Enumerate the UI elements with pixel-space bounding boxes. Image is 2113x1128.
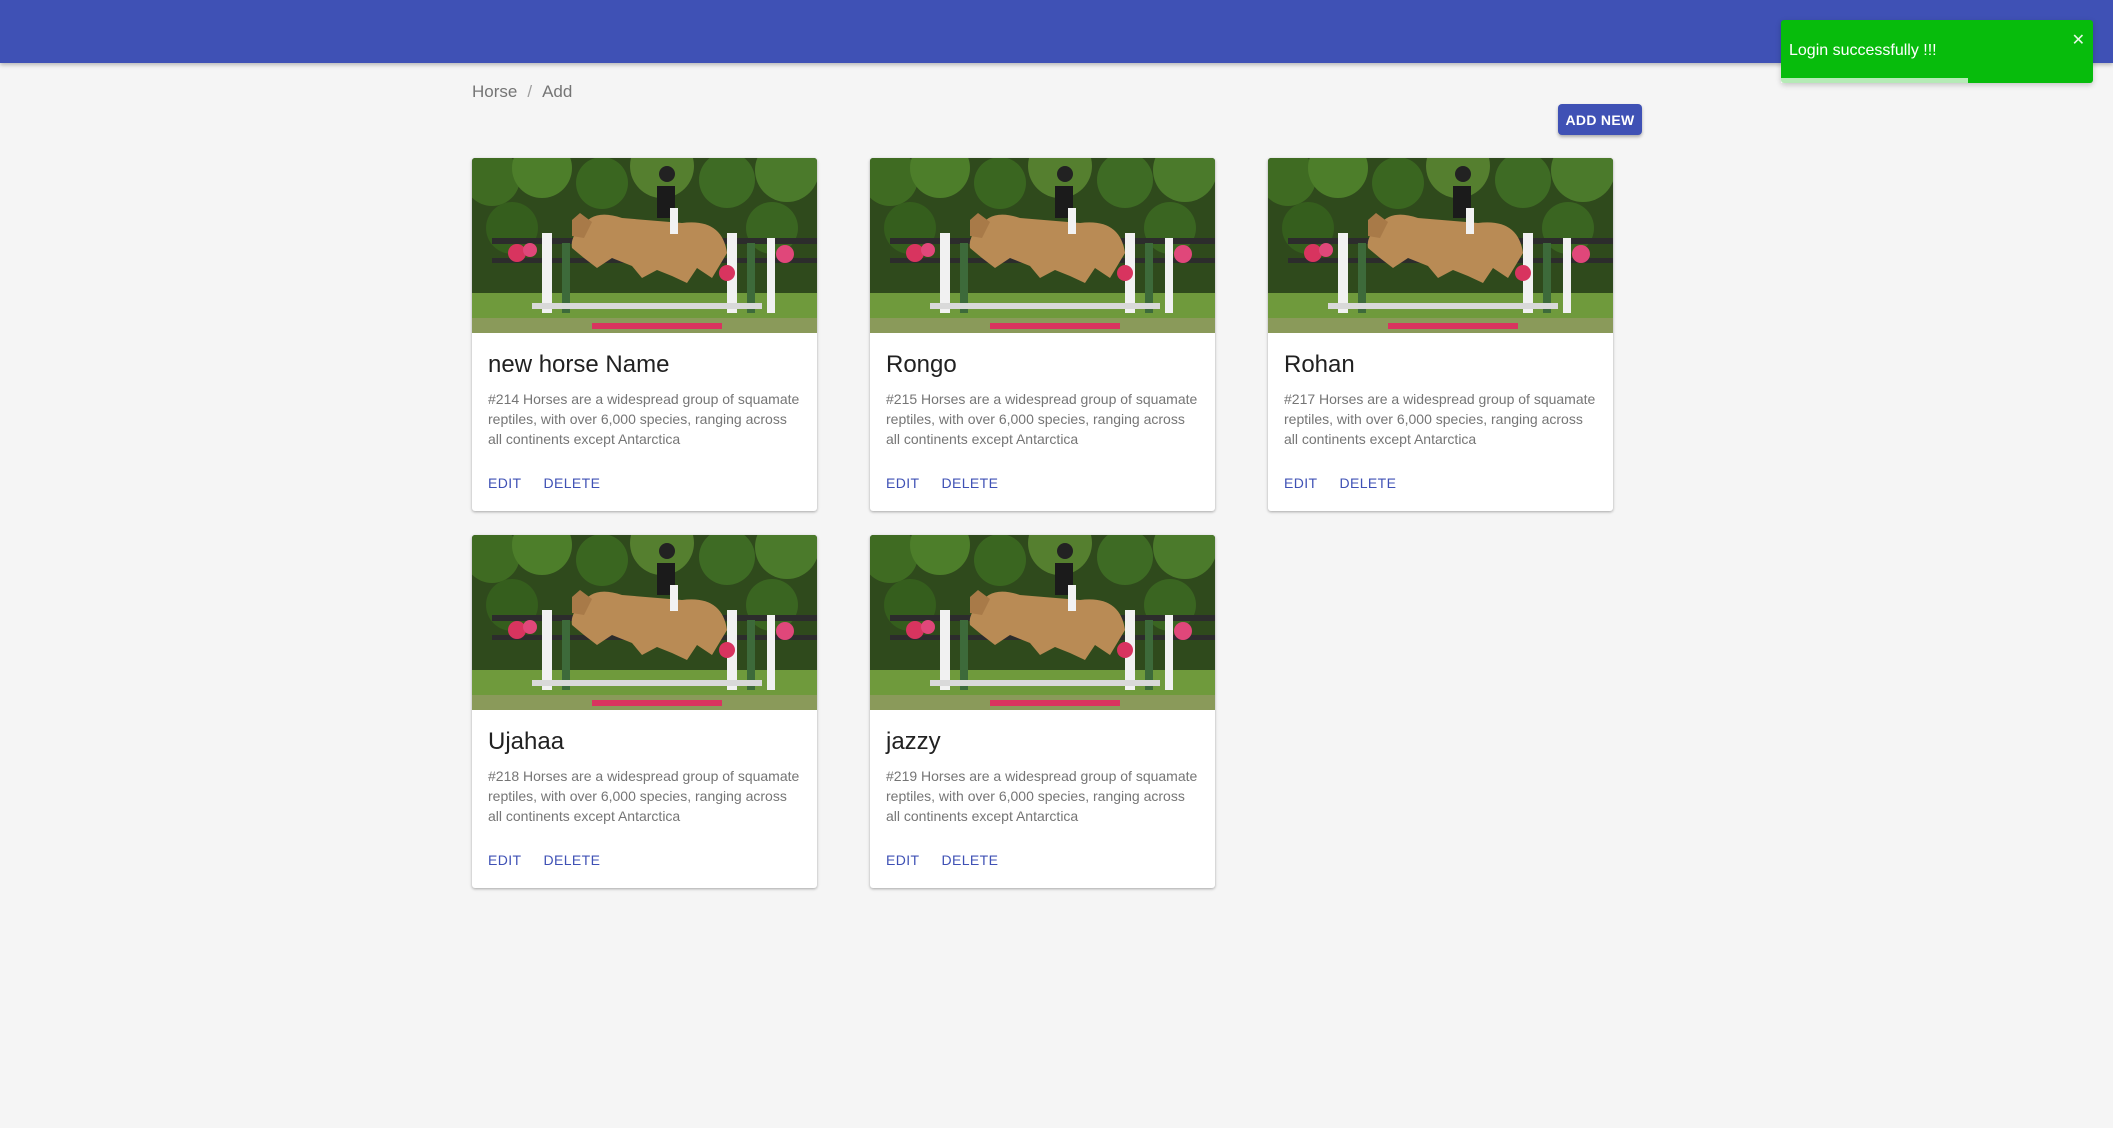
toast-progress-bar <box>1781 78 1969 83</box>
horse-card: Rongo #215 Horses are a widespread group… <box>870 158 1215 511</box>
horse-image <box>472 158 817 333</box>
horse-image <box>870 158 1215 333</box>
delete-button[interactable]: DELETE <box>934 846 1007 874</box>
breadcrumb: Horse / Add <box>472 82 572 102</box>
breadcrumb-separator: / <box>527 82 533 101</box>
horse-card-grid: new horse Name #214 Horses are a widespr… <box>472 158 1613 888</box>
horse-card: new horse Name #214 Horses are a widespr… <box>472 158 817 511</box>
toast-progress-track <box>1781 78 2093 83</box>
delete-button[interactable]: DELETE <box>1332 469 1405 497</box>
horse-description: #218 Horses are a widespread group of sq… <box>488 768 800 824</box>
horse-image <box>870 535 1215 710</box>
delete-button[interactable]: DELETE <box>536 846 609 874</box>
horse-image <box>472 535 817 710</box>
card-actions: EDIT DELETE <box>878 469 1006 497</box>
delete-button[interactable]: DELETE <box>934 469 1007 497</box>
toast-message: Login successfully !!! <box>1789 42 1937 59</box>
horse-name: jazzy <box>886 728 941 755</box>
login-success-toast[interactable]: Login successfully !!! ✕ <box>1781 20 2093 83</box>
horse-description: #217 Horses are a widespread group of sq… <box>1284 391 1596 447</box>
breadcrumb-item-horse[interactable]: Horse <box>472 82 517 102</box>
card-actions: EDIT DELETE <box>480 846 608 874</box>
edit-button[interactable]: EDIT <box>1276 469 1326 497</box>
card-actions: EDIT DELETE <box>480 469 608 497</box>
horse-card: Ujahaa #218 Horses are a widespread grou… <box>472 535 817 888</box>
horse-image <box>1268 158 1613 333</box>
horse-description: #214 Horses are a widespread group of sq… <box>488 391 800 447</box>
delete-button[interactable]: DELETE <box>536 469 609 497</box>
breadcrumb-item-add: Add <box>542 82 573 101</box>
horse-name: Rongo <box>886 351 957 378</box>
close-icon[interactable]: ✕ <box>2072 30 2085 50</box>
horse-description: #219 Horses are a widespread group of sq… <box>886 768 1198 824</box>
edit-button[interactable]: EDIT <box>480 846 530 874</box>
horse-name: new horse Name <box>488 351 670 378</box>
edit-button[interactable]: EDIT <box>480 469 530 497</box>
card-actions: EDIT DELETE <box>878 846 1006 874</box>
horse-name: Ujahaa <box>488 728 565 755</box>
horse-description: #215 Horses are a widespread group of sq… <box>886 391 1198 447</box>
edit-button[interactable]: EDIT <box>878 469 928 497</box>
horse-card: Rohan #217 Horses are a widespread group… <box>1268 158 1613 511</box>
card-actions: EDIT DELETE <box>1276 469 1404 497</box>
add-new-button[interactable]: ADD NEW <box>1558 104 1642 135</box>
edit-button[interactable]: EDIT <box>878 846 928 874</box>
horse-card: jazzy #219 Horses are a widespread group… <box>870 535 1215 888</box>
horse-name: Rohan <box>1284 351 1355 378</box>
